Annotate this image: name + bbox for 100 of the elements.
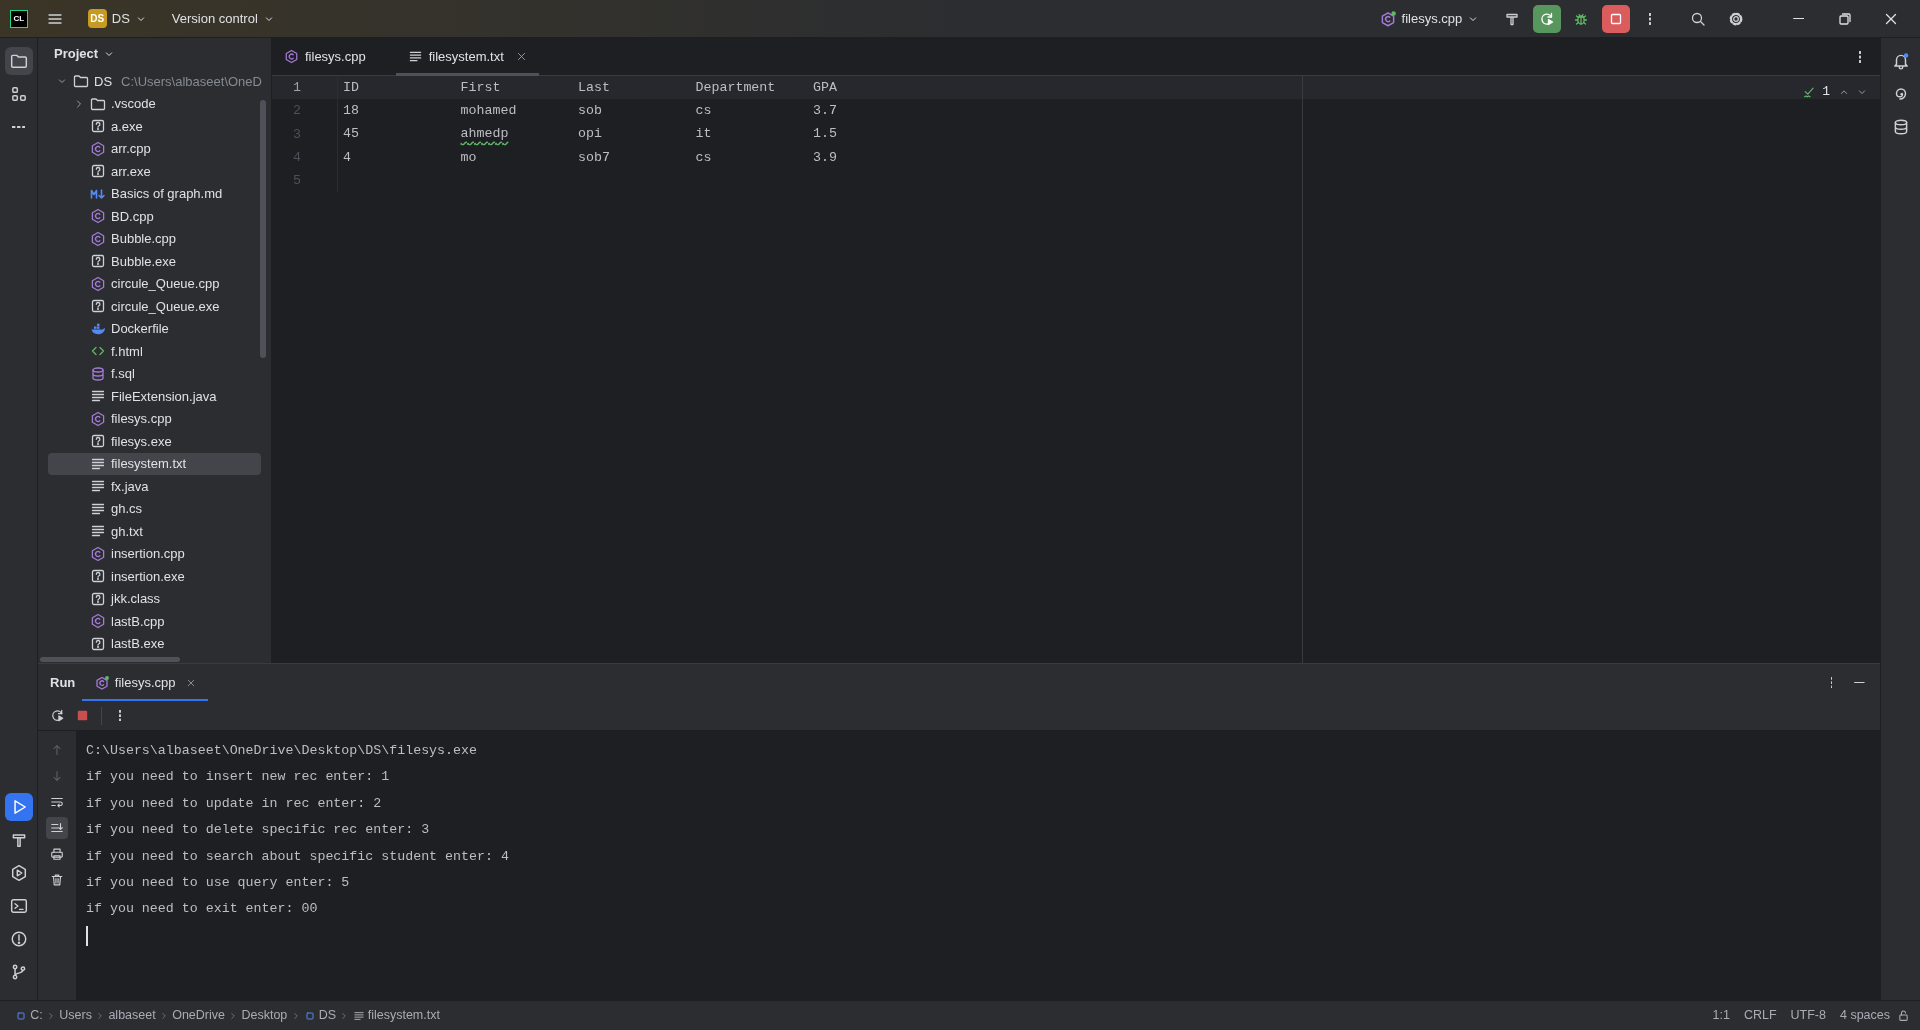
path-text: C:\Users\albaseet\OneD [121, 72, 262, 91]
tree-item[interactable]: circule_Queue.cpp [48, 272, 261, 295]
run-tool-button[interactable] [4, 793, 33, 821]
line-number: 1 [272, 76, 338, 100]
stop-button[interactable] [1601, 4, 1630, 33]
panel-title[interactable]: Project [48, 40, 122, 68]
code-text: First [460, 79, 501, 95]
settings-icon [1727, 10, 1744, 27]
hexagon-play-icon [9, 864, 28, 882]
tree-item[interactable]: fx.java [48, 475, 261, 498]
breadcrumb[interactable]: albaseet [105, 1006, 159, 1025]
tree-item[interactable]: Bubble.exe [48, 250, 261, 273]
tree-item[interactable]: BD.cpp [48, 205, 261, 228]
tree-item[interactable]: Basics of graph.md [48, 182, 261, 205]
run-tab[interactable]: filesys.cpp [81, 664, 209, 701]
rerun-icon [49, 708, 65, 723]
code-text: ID [343, 79, 359, 95]
breadcrumb[interactable]: Desktop [238, 1006, 291, 1025]
scrollbar[interactable] [40, 657, 180, 662]
code-text: cs [695, 102, 712, 118]
tree-item[interactable]: filesys.cpp [48, 407, 261, 430]
question-file-icon [90, 635, 106, 652]
code-text: it [695, 126, 712, 142]
hexagon-c-icon [90, 613, 106, 630]
tree-item[interactable]: arr.cpp [48, 137, 261, 160]
breadcrumb[interactable]: Users [56, 1006, 96, 1025]
terminal-icon [9, 897, 28, 915]
more-icon [118, 709, 121, 722]
text-lines-icon [352, 1009, 365, 1022]
hexagon-c-icon [90, 230, 106, 247]
hexagon-c-icon [90, 275, 106, 292]
tree-item[interactable]: a.exe [48, 115, 261, 138]
hexagon-c-icon [90, 208, 106, 225]
close-icon[interactable] [515, 51, 527, 62]
run-configuration-selector[interactable]: filesys.cpp [1372, 4, 1486, 33]
code-text: ahmedp [460, 126, 509, 142]
project-selector[interactable]: DS DS [81, 4, 153, 33]
tree-item[interactable]: insertion.cpp [48, 542, 261, 565]
tree-item[interactable]: f.sql [48, 362, 261, 385]
panel-title: Run [50, 673, 76, 692]
restore-icon [1836, 10, 1853, 27]
tree-item[interactable]: lastB.cpp [48, 610, 261, 633]
question-file-icon [90, 298, 106, 315]
bell-icon [1891, 52, 1910, 70]
code-text: opi [578, 126, 602, 142]
square-icon [303, 1009, 316, 1022]
tree-item[interactable]: lastB.exe [48, 632, 261, 655]
tree-item[interactable]: filesys.exe [48, 430, 261, 453]
tree-item[interactable]: DS C:\Users\albaseet\OneD [48, 70, 261, 93]
status-item[interactable]: UTF-8 [1783, 1006, 1833, 1025]
tree-item[interactable]: FileExtension.java [48, 385, 261, 408]
tree-item[interactable]: filesystem.txt [48, 452, 261, 475]
console-text: if you need to delete specific rec enter: 3 [86, 822, 430, 838]
project-tool-button[interactable] [4, 47, 33, 75]
status-item[interactable]: CRLF [1736, 1006, 1784, 1025]
code-text: mohamed [460, 102, 517, 118]
tree-item[interactable]: f.html [48, 340, 261, 363]
code-text: 3.9 [813, 149, 837, 165]
lock-icon[interactable] [1897, 1009, 1910, 1022]
console-text: if you need to search about specific student enter: 4 [86, 848, 509, 864]
inspections-widget[interactable]: 1 [1801, 82, 1832, 102]
more-icon [1830, 676, 1833, 689]
breadcrumb[interactable]: DS [300, 1006, 340, 1025]
breadcrumb[interactable]: OneDrive [168, 1006, 229, 1025]
hexagon-c-icon [90, 140, 106, 157]
tree-item[interactable]: arr.exe [48, 160, 261, 183]
console-text: C:\Users\albaseet\OneDrive\Desktop\DS\filesys.exe [86, 743, 477, 758]
rerun-icon [1538, 10, 1555, 27]
app-logo: CL [9, 9, 28, 28]
minimize-icon [1792, 17, 1805, 20]
tree-item[interactable]: .vscode [48, 92, 261, 115]
version-control-menu[interactable]: Version control [165, 4, 281, 33]
code-text: 45 [343, 126, 359, 142]
code-text: 18 [343, 102, 359, 118]
tree-item[interactable]: insertion.exe [48, 565, 261, 588]
code-text: cs [695, 149, 712, 165]
editor-tab[interactable]: filesys.cpp [272, 37, 378, 76]
minimize-icon [1854, 681, 1865, 684]
code-text: 4 [343, 149, 351, 165]
hexagon-c-icon [90, 410, 106, 427]
rerun-button[interactable] [1532, 4, 1561, 33]
tree-item[interactable]: gh.txt [48, 520, 261, 543]
breadcrumb[interactable]: C: [12, 1006, 46, 1025]
tree-item[interactable]: Bubble.cpp [48, 227, 261, 250]
question-file-icon [90, 253, 106, 270]
close-icon[interactable] [186, 677, 197, 688]
scroll-to-end-button[interactable] [46, 817, 68, 839]
status-item[interactable]: 1:1 [1705, 1006, 1737, 1025]
tree-item[interactable]: jkk.class [48, 587, 261, 610]
tree-item[interactable]: gh.cs [48, 497, 261, 520]
tree-item[interactable]: Dockerfile [48, 317, 261, 340]
breadcrumb[interactable]: filesystem.txt [349, 1006, 444, 1025]
editor-tab[interactable]: filesystem.txt [395, 37, 539, 76]
console-text: if you need to use query enter: 5 [86, 874, 350, 890]
text-cursor [86, 925, 88, 946]
more-icon [1858, 50, 1861, 63]
tree-item[interactable]: circule_Queue.exe [48, 295, 261, 318]
question-file-icon [90, 590, 106, 607]
scrollbar[interactable] [260, 100, 266, 358]
status-item[interactable]: 4 spaces [1832, 1006, 1897, 1025]
